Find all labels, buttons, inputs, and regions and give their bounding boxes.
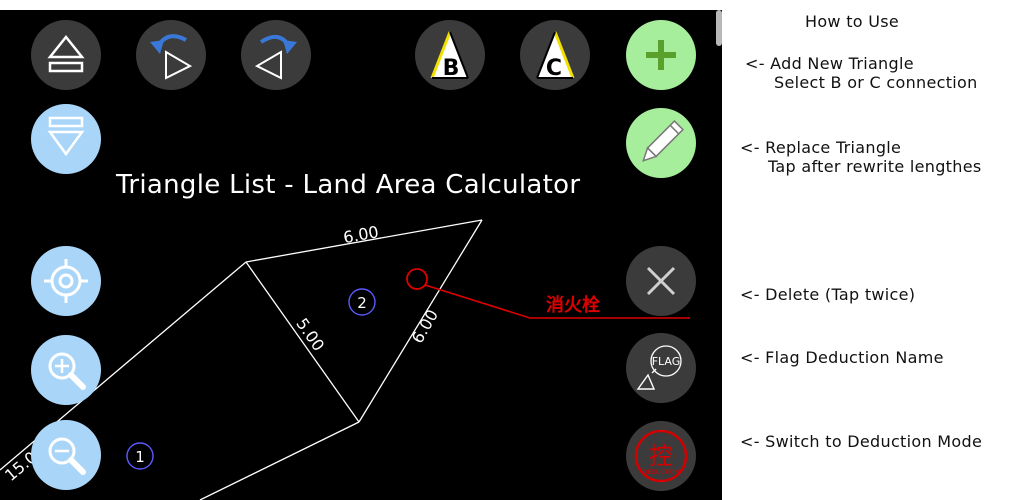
help-flag: <- Flag Deduction Name xyxy=(740,348,944,367)
triangle-number-2: 2 xyxy=(357,294,367,312)
edge-bottom xyxy=(199,421,360,500)
edge-label-right: 6.00 xyxy=(408,306,442,346)
help-add-line1: <- Add New Triangle xyxy=(745,54,914,73)
svg-text:DEDUCTION: DEDUCTION xyxy=(643,469,679,476)
edge-shared xyxy=(245,261,360,423)
deduction-label: 消火栓 xyxy=(546,294,600,316)
delete-triangle-button[interactable] xyxy=(626,246,696,316)
svg-text:控: 控 xyxy=(649,442,673,470)
crosshair-icon xyxy=(44,259,88,303)
replace-triangle-button[interactable] xyxy=(626,108,696,178)
zoom-in-icon xyxy=(48,352,86,390)
deduction-mode-button[interactable]: 控 DEDUCTION xyxy=(626,421,696,491)
triangle-number-1: 1 xyxy=(135,448,145,466)
triangle-drawing: 6.00 5.00 6.00 15.0 2 1 消火栓 xyxy=(0,219,690,500)
rotate-cw-triangle-icon xyxy=(254,34,297,80)
eject-up-button[interactable] xyxy=(31,20,101,90)
help-replace: <- Replace Triangle Tap after rewrite le… xyxy=(740,138,981,176)
rotate-right-button[interactable] xyxy=(241,20,311,90)
deduction-leader-line xyxy=(424,284,531,319)
flag-deduction-button[interactable]: FLAG xyxy=(626,333,696,403)
canvas-title: Triangle List - Land Area Calculator xyxy=(116,170,581,200)
flag-icon: FLAG xyxy=(636,345,682,390)
svg-text:B: B xyxy=(443,56,460,81)
eject-down-button[interactable] xyxy=(31,104,101,174)
svg-text:C: C xyxy=(546,56,562,81)
triangle-b-icon: B xyxy=(430,31,469,81)
pencil-icon xyxy=(642,120,684,162)
add-triangle-button[interactable] xyxy=(626,20,696,90)
close-icon xyxy=(646,266,676,296)
drawing-canvas[interactable]: 6.00 5.00 6.00 15.0 2 1 消火栓 Triangle Lis… xyxy=(0,10,722,500)
deduction-stamp-icon: 控 DEDUCTION xyxy=(634,429,688,483)
help-add-line2: Select B or C connection xyxy=(774,73,978,92)
locate-button[interactable] xyxy=(31,246,101,316)
zoom-out-button[interactable] xyxy=(31,420,101,490)
help-add: <- Add New Triangle Select B or C connec… xyxy=(745,54,978,92)
triangle-c-icon: C xyxy=(536,31,575,81)
help-replace-line1: <- Replace Triangle xyxy=(740,138,902,157)
help-heading: How to Use xyxy=(805,12,900,31)
edge-label-top: 6.00 xyxy=(342,222,380,247)
help-deduction: <- Switch to Deduction Mode xyxy=(740,432,983,451)
plus-icon xyxy=(646,40,676,70)
zoom-out-icon xyxy=(48,437,86,475)
rotate-left-button[interactable] xyxy=(136,20,206,90)
help-delete: <- Delete (Tap twice) xyxy=(740,285,916,304)
deduction-marker[interactable] xyxy=(406,268,428,290)
svg-text:FLAG: FLAG xyxy=(652,355,681,368)
eject-up-icon xyxy=(47,34,85,73)
help-replace-line2: Tap after rewrite lengthes xyxy=(768,157,982,176)
connect-b-button[interactable]: B xyxy=(415,20,485,90)
eject-down-icon xyxy=(47,116,85,157)
rotate-ccw-triangle-icon xyxy=(150,34,193,80)
connect-c-button[interactable]: C xyxy=(520,20,590,90)
zoom-in-button[interactable] xyxy=(31,335,101,405)
